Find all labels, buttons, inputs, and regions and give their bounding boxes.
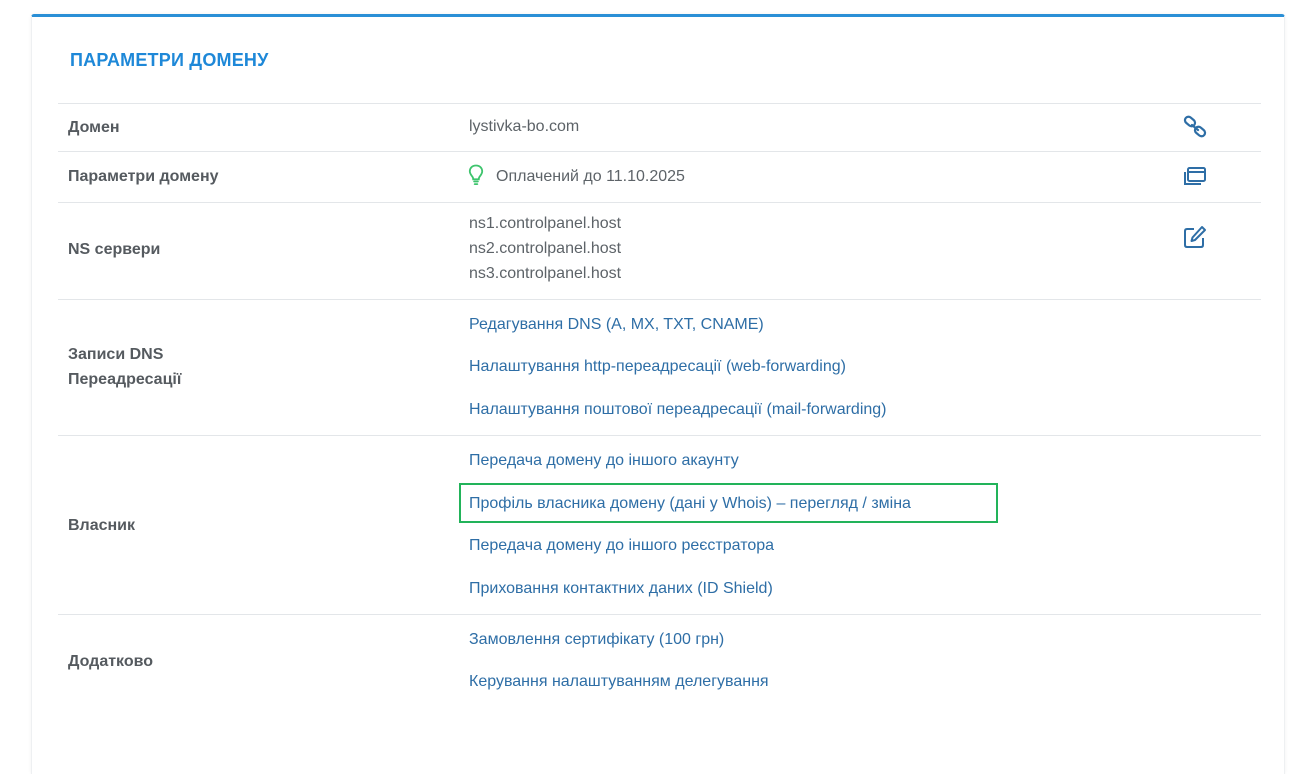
link-icon[interactable] bbox=[1182, 114, 1208, 140]
edit-dns-link[interactable]: Редагування DNS (A, MX, TXT, CNAME) bbox=[469, 314, 764, 336]
ns-server-3: ns3.controlpanel.host bbox=[469, 265, 622, 282]
edit-icon[interactable] bbox=[1182, 224, 1208, 250]
id-shield-link[interactable]: Приховання контактних даних (ID Shield) bbox=[469, 578, 773, 600]
mail-forwarding-link[interactable]: Налаштування поштової переадресації (mai… bbox=[469, 399, 887, 421]
delegation-settings-link[interactable]: Керування налаштуванням делегування bbox=[469, 671, 769, 693]
row-domain-params: Параметри домену Оплачений до 11.10.2025 bbox=[58, 151, 1261, 202]
windows-icon[interactable] bbox=[1182, 163, 1208, 189]
row-additional: Додатково Замовлення сертифікату (100 гр… bbox=[58, 614, 1261, 724]
transfer-to-registrar-link[interactable]: Передача домену до іншого реєстратора bbox=[469, 535, 774, 557]
domain-value: lystivka-bo.com bbox=[469, 118, 580, 135]
dns-label-line1: Записи DNS bbox=[68, 346, 164, 363]
row-owner: Власник Передача домену до іншого акаунт… bbox=[58, 435, 1261, 614]
domain-settings-panel: ПАРАМЕТРИ ДОМЕНУ Домен lystivka-bo.com П… bbox=[31, 14, 1285, 774]
order-certificate-link[interactable]: Замовлення сертифікату (100 грн) bbox=[469, 629, 724, 651]
whois-profile-link[interactable]: Профіль власника домену (дані у Whois) –… bbox=[469, 493, 911, 515]
panel-title: ПАРАМЕТРИ ДОМЕНУ bbox=[70, 50, 269, 70]
paid-until-text: Оплачений до 11.10.2025 bbox=[496, 168, 685, 185]
ns-label: NS сервери bbox=[68, 241, 161, 258]
ns-server-1: ns1.controlpanel.host bbox=[469, 215, 622, 232]
web-forwarding-link[interactable]: Налаштування http-переадресації (web-for… bbox=[469, 356, 846, 378]
additional-label: Додатково bbox=[68, 653, 154, 670]
domain-label: Домен bbox=[68, 119, 120, 136]
transfer-to-account-link[interactable]: Передача домену до іншого акаунту bbox=[469, 450, 739, 472]
lightbulb-icon bbox=[468, 164, 484, 186]
ns-server-2: ns2.controlpanel.host bbox=[469, 240, 622, 257]
row-ns-servers: NS сервери ns1.controlpanel.host ns2.con… bbox=[58, 202, 1261, 299]
row-domain: Домен lystivka-bo.com bbox=[58, 103, 1261, 151]
row-dns-records: Записи DNS Переадресації Редагування DNS… bbox=[58, 299, 1261, 435]
owner-label: Власник bbox=[68, 517, 136, 534]
dns-label-line2: Переадресації bbox=[68, 371, 182, 388]
domain-params-label: Параметри домену bbox=[68, 168, 219, 185]
